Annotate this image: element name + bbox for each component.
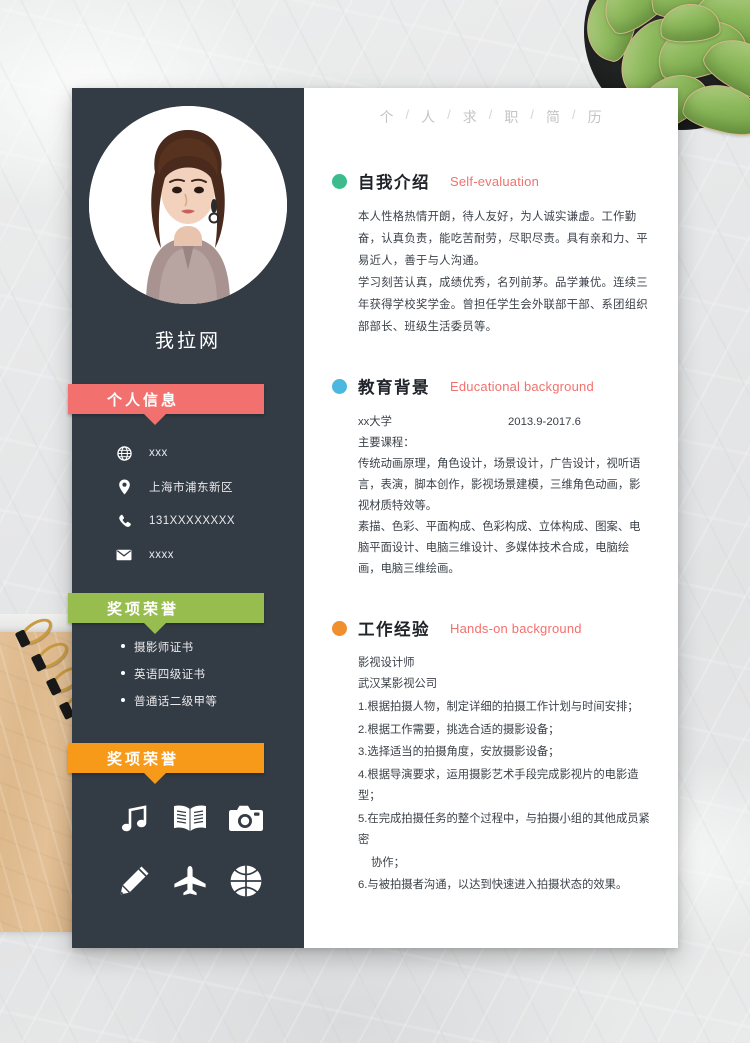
camera-icon <box>224 799 268 839</box>
header-separator: / <box>530 107 535 122</box>
envelope-icon <box>112 549 136 561</box>
awards-banner: 奖项荣誉 <box>68 593 304 634</box>
duty-item: 3.选择适当的拍摄角度，安放摄影设备； <box>358 746 560 758</box>
personal-info-title: 个人信息 <box>107 391 180 409</box>
section-self-evaluation: 自我介绍 Self-evaluation 本人性格热情开朗，待人友好，为人诚实谦… <box>332 169 650 338</box>
pencil-icon <box>112 861 156 901</box>
banner-pointer <box>144 623 166 634</box>
duty-item: 4.根据导演要求，运用摄影艺术手段完成影视片的电影造型； <box>358 768 639 803</box>
awards-list: 摄影师证书 英语四级证书 普通话二级甲等 <box>72 623 304 709</box>
duty-item: 2.根据工作需要，挑选合适的摄影设备； <box>358 723 560 736</box>
info-row-phone: 131XXXXXXXX <box>72 504 304 538</box>
hobbies-banner: 奖项荣誉 <box>68 743 304 784</box>
sidebar: 我拉网 个人信息 xxx 上海市浦东新区 131XXXXXXXX xxxx 奖项… <box>68 88 304 948</box>
header-separator: / <box>488 107 494 122</box>
list-item: 摄影师证书 <box>121 639 304 655</box>
info-row-address: 上海市浦东新区 <box>72 470 304 504</box>
paragraph: 学习刻苦认真，成绩优秀，名列前茅。品学兼优。连续三年获得学校奖学金。曾担任学生会… <box>358 277 648 333</box>
section-dot-icon <box>332 173 347 189</box>
resume-page: 我拉网 个人信息 xxx 上海市浦东新区 131XXXXXXXX xxxx 奖项… <box>68 88 678 948</box>
section-title-en: Hands-on background <box>450 620 582 636</box>
awards-title: 奖项荣誉 <box>107 600 180 618</box>
section-work-experience: 工作经验 Hands-on background 影视设计师 武汉某影视公司 1… <box>332 616 650 897</box>
education-courses-label: 主要课程： <box>358 437 415 449</box>
main-content: 个 / 人 / 求 / 职 / 简 / 历 自我介绍 Self-evaluati… <box>304 88 678 948</box>
hobbies-title: 奖项荣誉 <box>107 750 180 768</box>
header-char: 人 <box>421 109 437 125</box>
list-item: 普通话二级甲等 <box>121 693 304 709</box>
list-item: 英语四级证书 <box>121 666 304 682</box>
section-title-en: Self-evaluation <box>450 173 539 189</box>
duty-item-continued: 协作； <box>371 856 405 869</box>
personal-info-banner: 个人信息 <box>68 384 304 425</box>
info-value-email: xxxx <box>149 549 174 561</box>
education-school: xx大学 <box>358 416 392 428</box>
education-courses-1: 传统动画原理，角色设计，场景设计，广告设计，视听语言，表演，脚本创作，影视场景建… <box>358 458 641 512</box>
basketball-icon <box>224 861 268 901</box>
phone-icon <box>112 514 136 529</box>
section-header: 工作经验 Hands-on background <box>332 616 650 640</box>
portrait-photo <box>89 106 287 304</box>
banner-pointer <box>144 773 166 784</box>
section-title-en: Educational background <box>450 378 594 394</box>
header-separator: / <box>405 107 411 122</box>
education-courses-2: 素描、色彩、平面构成、色彩构成、立体构成、图案、电脑平面设计、电脑三维设计、多媒… <box>358 521 641 575</box>
duty-item: 1.根据拍摄人物，制定详细的拍摄工作计划与时间安排； <box>358 701 639 713</box>
section-title-cn: 教育背景 <box>358 379 430 397</box>
header-char: 求 <box>462 109 478 125</box>
section-dot-icon <box>332 620 347 636</box>
header-char: 简 <box>545 109 561 125</box>
banner-pointer <box>144 414 166 425</box>
header-separator: / <box>447 107 452 122</box>
work-position: 影视设计师 <box>358 657 415 669</box>
section-title-cn: 自我介绍 <box>358 174 430 192</box>
header-separator: / <box>571 107 577 122</box>
location-pin-icon <box>112 479 136 495</box>
open-book-icon <box>168 799 212 839</box>
header-char: 历 <box>587 109 603 125</box>
header-char: 个 <box>379 109 395 125</box>
info-row-email: xxxx <box>72 538 304 572</box>
header-char: 职 <box>504 109 520 125</box>
info-value-address: 上海市浦东新区 <box>149 482 233 494</box>
avatar <box>89 106 287 304</box>
work-company: 武汉某影视公司 <box>358 678 438 690</box>
self-evaluation-body: 本人性格热情开朗，待人友好，为人诚实谦虚。工作勤奋，认真负责，能吃苦耐劳，尽职尽… <box>358 206 650 338</box>
paragraph: 本人性格热情开朗，待人友好，为人诚实谦虚。工作勤奋，认真负责，能吃苦耐劳，尽职尽… <box>358 211 648 267</box>
hobbies-banner-bar: 奖项荣誉 <box>68 743 264 773</box>
hobbies-grid <box>72 773 304 901</box>
globe-icon <box>112 445 136 461</box>
info-value-website: xxx <box>149 447 168 459</box>
duty-item: 6.与被拍摄者沟通，以达到快速进入拍摄状态的效果。 <box>358 879 628 891</box>
music-note-icon <box>112 799 156 839</box>
education-school-row: xx大学 2013.9-2017.6 <box>358 412 650 433</box>
airplane-icon <box>168 861 212 901</box>
section-title-cn: 工作经验 <box>358 621 430 639</box>
candidate-name: 我拉网 <box>154 331 221 352</box>
header-title: 个 / 人 / 求 / 职 / 简 / 历 <box>332 88 650 127</box>
section-education: 教育背景 Educational background xx大学 2013.9-… <box>332 374 650 580</box>
info-value-phone: 131XXXXXXXX <box>149 515 236 527</box>
work-duties: 1.根据拍摄人物，制定详细的拍摄工作计划与时间安排； 2.根据工作需要，挑选合适… <box>358 697 650 897</box>
education-date: 2013.9-2017.6 <box>508 416 581 428</box>
duty-item: 5.在完成拍摄任务的整个过程中，与拍摄小组的其他成员紧密 <box>358 812 650 847</box>
info-row-website: xxx <box>72 436 304 470</box>
awards-banner-bar: 奖项荣誉 <box>68 593 264 623</box>
section-header: 教育背景 Educational background <box>332 374 650 398</box>
personal-info-banner-bar: 个人信息 <box>68 384 264 414</box>
section-dot-icon <box>332 378 347 394</box>
personal-info-list: xxx 上海市浦东新区 131XXXXXXXX xxxx <box>72 436 304 572</box>
section-header: 自我介绍 Self-evaluation <box>332 169 650 193</box>
